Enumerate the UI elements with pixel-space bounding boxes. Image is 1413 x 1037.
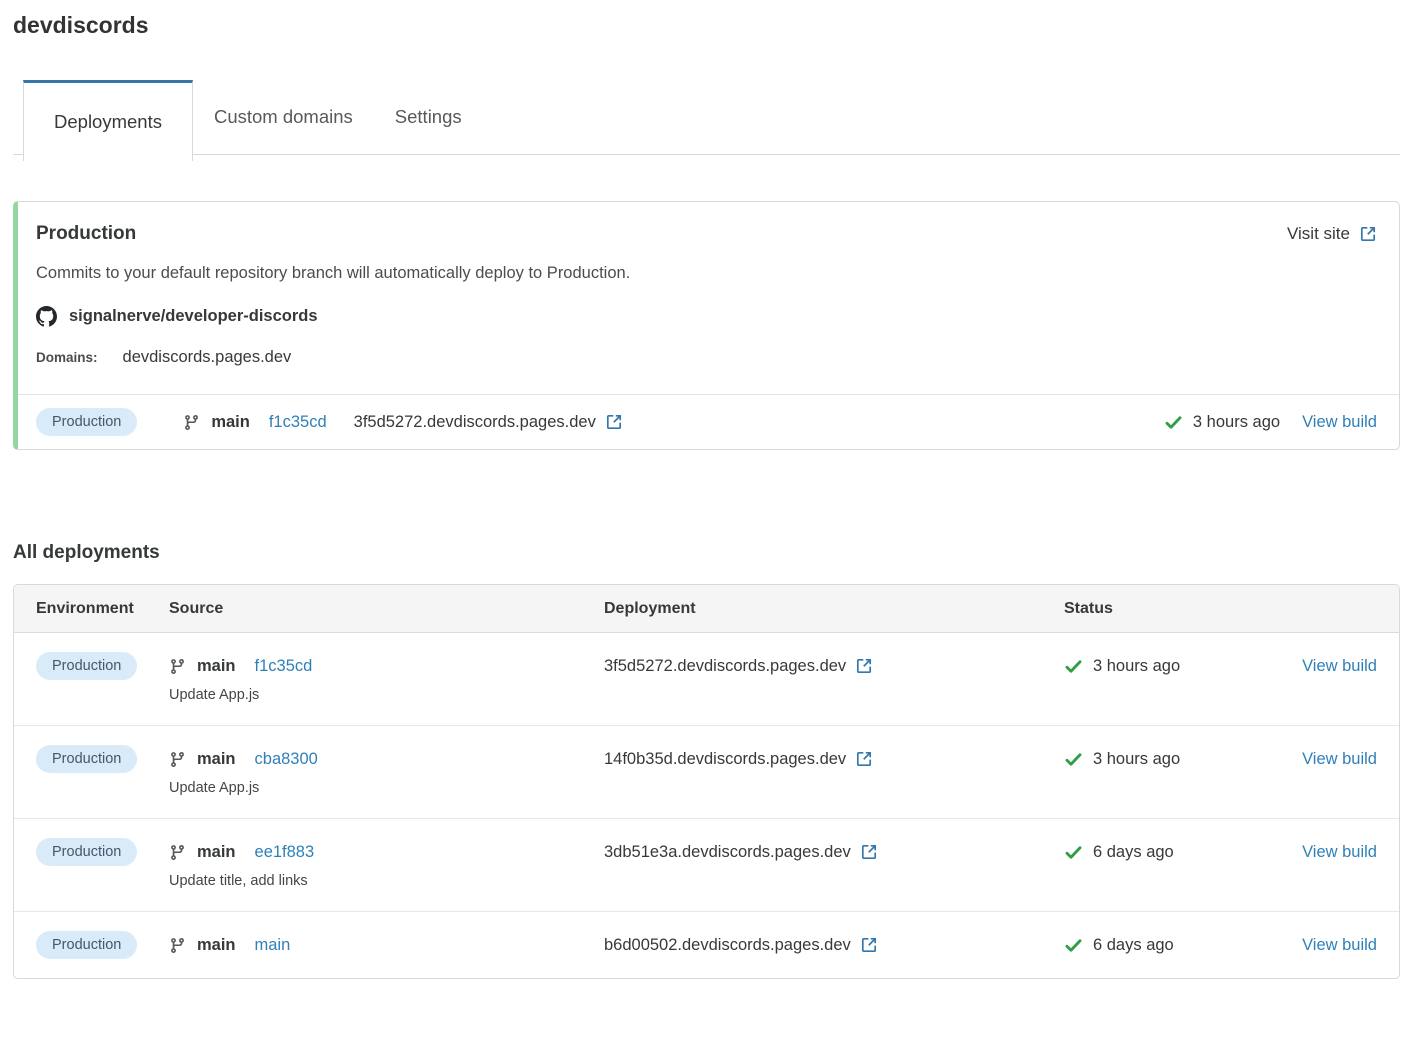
- source-cell: main cba8300 Update App.js: [169, 745, 604, 799]
- deployment-cell: b6d00502.devdiscords.pages.dev: [604, 931, 1064, 959]
- status-time: 6 days ago: [1093, 838, 1174, 866]
- status-cell: 3 hours ago: [1064, 745, 1283, 773]
- tab-bar: Deployments Custom domains Settings: [13, 80, 1400, 155]
- source-cell: main f1c35cd Update App.js: [169, 652, 604, 706]
- deployment-cell: 3db51e3a.devdiscords.pages.dev: [604, 838, 1064, 866]
- tab-deployments[interactable]: Deployments: [23, 80, 193, 161]
- external-link-icon[interactable]: [1359, 225, 1377, 243]
- production-card-body: Production Visit site Commits to your de…: [18, 202, 1399, 375]
- pages-project-page: devdiscords Deployments Custom domains S…: [0, 0, 1413, 1009]
- status-time: 6 days ago: [1093, 931, 1174, 959]
- git-branch-icon: [183, 414, 200, 431]
- check-icon: [1064, 750, 1083, 769]
- status-cell: 6 days ago: [1064, 838, 1283, 866]
- environment-badge: Production: [36, 652, 137, 680]
- check-icon: [1064, 843, 1083, 862]
- commit-link[interactable]: cba8300: [255, 745, 318, 773]
- column-source: Source: [169, 600, 604, 618]
- git-branch-icon: [169, 751, 186, 768]
- commit-message: Update App.js: [169, 778, 604, 799]
- production-description: Commits to your default repository branc…: [36, 264, 1377, 283]
- table-row: Production main cba8300 Update App.js 14…: [14, 725, 1399, 818]
- repository-name: signalnerve/developer-discords: [69, 307, 318, 326]
- table-header-row: Environment Source Deployment Status: [14, 585, 1399, 633]
- deployments-table: Environment Source Deployment Status Pro…: [13, 584, 1400, 979]
- tab-settings[interactable]: Settings: [374, 80, 483, 153]
- all-deployments-heading: All deployments: [13, 542, 1400, 564]
- view-build-link[interactable]: View build: [1302, 750, 1377, 768]
- external-link-icon[interactable]: [605, 413, 623, 431]
- column-deployment: Deployment: [604, 600, 1064, 618]
- external-link-icon[interactable]: [860, 936, 878, 954]
- table-row: Production main ee1f883 Update title, ad…: [14, 818, 1399, 911]
- source-cell: main ee1f883 Update title, add links: [169, 838, 604, 892]
- page-title: devdiscords: [13, 12, 1400, 39]
- status-cell: 3 hours ago: [1064, 652, 1283, 680]
- domains-row: Domains: devdiscords.pages.dev: [36, 348, 1377, 367]
- visit-site-link[interactable]: Visit site: [1287, 224, 1377, 244]
- git-branch-icon: [169, 658, 186, 675]
- commit-link[interactable]: ee1f883: [255, 838, 315, 866]
- table-row: Production main f1c35cd Update App.js 3f…: [14, 633, 1399, 725]
- environment-badge: Production: [36, 745, 137, 773]
- view-build-link[interactable]: View build: [1302, 657, 1377, 675]
- environment-badge: Production: [36, 931, 137, 959]
- deployment-url: 3db51e3a.devdiscords.pages.dev: [604, 838, 851, 866]
- branch-name: main: [211, 413, 250, 432]
- environment-badge: Production: [36, 838, 137, 866]
- check-icon: [1164, 413, 1183, 432]
- column-status: Status: [1064, 600, 1283, 618]
- deployment-url: 3f5d5272.devdiscords.pages.dev: [354, 413, 596, 432]
- production-card-header: Production Visit site: [36, 223, 1377, 245]
- deployment-url: 14f0b35d.devdiscords.pages.dev: [604, 745, 846, 773]
- check-icon: [1064, 936, 1083, 955]
- view-build-link[interactable]: View build: [1302, 936, 1377, 954]
- environment-badge: Production: [36, 408, 137, 436]
- status-time: 3 hours ago: [1193, 413, 1280, 432]
- table-row: Production main main b6d00502.devdiscord…: [14, 911, 1399, 978]
- branch-name: main: [197, 838, 236, 866]
- view-build-link[interactable]: View build: [1302, 413, 1377, 432]
- view-build-link[interactable]: View build: [1302, 843, 1377, 861]
- commit-link[interactable]: f1c35cd: [269, 413, 327, 432]
- branch-name: main: [197, 652, 236, 680]
- production-card-title: Production: [36, 223, 136, 245]
- commit-link[interactable]: main: [255, 931, 291, 959]
- status-time: 3 hours ago: [1093, 745, 1180, 773]
- git-branch-icon: [169, 937, 186, 954]
- external-link-icon[interactable]: [860, 843, 878, 861]
- deployment-url: 3f5d5272.devdiscords.pages.dev: [604, 652, 846, 680]
- commit-message: Update title, add links: [169, 871, 604, 892]
- external-link-icon[interactable]: [855, 657, 873, 675]
- branch-name: main: [197, 931, 236, 959]
- commit-message: Update App.js: [169, 685, 604, 706]
- production-card: Production Visit site Commits to your de…: [13, 201, 1400, 450]
- deployment-url: b6d00502.devdiscords.pages.dev: [604, 931, 851, 959]
- deployment-url-group: 3f5d5272.devdiscords.pages.dev: [354, 413, 623, 432]
- domains-value: devdiscords.pages.dev: [123, 348, 292, 367]
- domains-label: Domains:: [36, 350, 98, 365]
- deployment-status-group: 3 hours ago View build: [1164, 413, 1377, 432]
- status-cell: 6 days ago: [1064, 931, 1283, 959]
- source-group: main f1c35cd: [183, 413, 326, 432]
- repository-row: signalnerve/developer-discords: [36, 306, 1377, 327]
- external-link-icon[interactable]: [855, 750, 873, 768]
- commit-link[interactable]: f1c35cd: [255, 652, 313, 680]
- production-deployment-row: Production main f1c35cd 3f5d5272.devdisc…: [18, 394, 1399, 449]
- tab-custom-domains[interactable]: Custom domains: [193, 80, 374, 153]
- deployment-cell: 3f5d5272.devdiscords.pages.dev: [604, 652, 1064, 680]
- github-icon: [36, 306, 57, 327]
- column-environment: Environment: [36, 600, 169, 618]
- source-cell: main main: [169, 931, 604, 959]
- check-icon: [1064, 657, 1083, 676]
- visit-site-label: Visit site: [1287, 224, 1350, 244]
- git-branch-icon: [169, 844, 186, 861]
- status-time: 3 hours ago: [1093, 652, 1180, 680]
- deployment-cell: 14f0b35d.devdiscords.pages.dev: [604, 745, 1064, 773]
- branch-name: main: [197, 745, 236, 773]
